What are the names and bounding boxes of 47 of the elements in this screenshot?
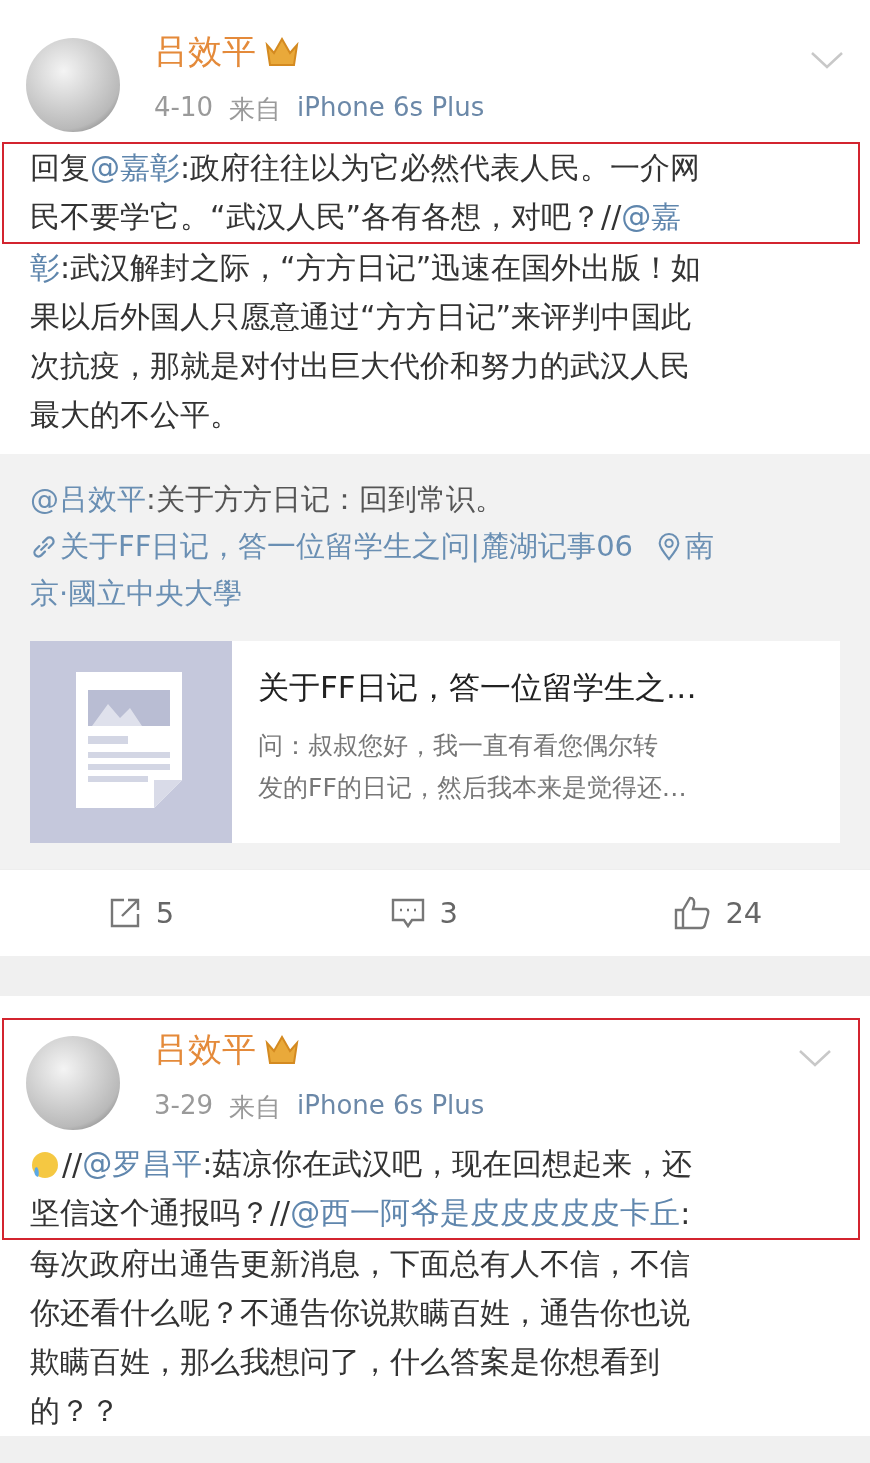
post-text: 你还看什么呢？不通告你说欺瞒百姓，通告你也说	[30, 1294, 690, 1332]
mention-link[interactable]: @吕效平	[30, 479, 146, 520]
post-text: //	[62, 1147, 83, 1182]
chevron-down-icon[interactable]	[810, 50, 844, 70]
comment-button[interactable]: 3	[379, 892, 468, 934]
like-button[interactable]: 24	[663, 891, 773, 935]
mention-link[interactable]: @西一阿爷是皮皮皮皮皮卡丘	[290, 1193, 681, 1234]
post-text: :政府往往以为它必然代表人民。一介网	[180, 149, 701, 187]
mention-link[interactable]: @嘉彰	[90, 148, 180, 189]
post-text: :菇凉你在武汉吧，现在回想起来，还	[202, 1145, 693, 1183]
post-date: 3-29	[154, 1090, 213, 1122]
source-link[interactable]: iPhone 6s Plus	[297, 92, 485, 127]
post-text: 民不要学它。“武汉人民”各有各想，对吧？//	[30, 198, 622, 236]
comment-icon	[389, 896, 426, 930]
post-text: 最大的不公平。	[30, 396, 240, 434]
mention-link[interactable]: @罗昌平	[82, 1144, 203, 1185]
post-text: :	[680, 1196, 691, 1231]
source-label: 来自	[229, 93, 281, 126]
post-text: 欺瞒百姓，那么我想问了，什么答案是你想看到	[30, 1343, 660, 1381]
post-text: 坚信这个通报吗？//	[30, 1194, 291, 1232]
post-text: :关于方方日记：回到常识。	[146, 480, 504, 518]
post-text: 每次政府出通告更新消息，下面总有人不信，不信	[30, 1245, 690, 1283]
author-name[interactable]: 吕效平	[154, 1027, 256, 1073]
article-summary: 发的FF的日记，然后我本来是觉得还…	[258, 772, 688, 804]
article-card[interactable]: 关于FF日记，答一位留学生之… 问：叔叔您好，我一直有看您偶尔转 发的FF的日记，然后我本来是觉得还…	[30, 641, 840, 843]
article-summary: 问：叔叔您好，我一直有看您偶尔转	[258, 730, 659, 762]
crown-icon	[264, 35, 300, 69]
thumbs-up-icon	[673, 895, 712, 931]
post-text: 回复	[30, 149, 90, 187]
share-button[interactable]: 5	[97, 892, 185, 934]
location-link[interactable]: 南	[685, 526, 715, 567]
mention-link[interactable]: 彰	[30, 248, 60, 289]
chevron-down-icon[interactable]	[798, 1048, 832, 1068]
location-link[interactable]: 京·國立中央大學	[30, 573, 243, 614]
post-text: 果以后外国人只愿意通过“方方日记”来评判中国此	[30, 298, 692, 336]
emoji-icon	[30, 1149, 60, 1180]
post-date: 4-10	[154, 92, 213, 124]
mention-link[interactable]: @嘉	[621, 197, 682, 238]
article-link[interactable]: 关于FF日记，答一位留学生之问|麓湖记事06	[60, 526, 634, 567]
post-text: 的？？	[30, 1392, 120, 1430]
post-text: 次抗疫，那就是对付出巨大代价和努力的武汉人民	[30, 347, 690, 385]
crown-icon	[264, 1033, 300, 1067]
author-name[interactable]: 吕效平	[154, 29, 256, 75]
source-label: 来自	[229, 1091, 281, 1124]
article-title: 关于FF日记，答一位留学生之…	[258, 668, 697, 707]
source-link[interactable]: iPhone 6s Plus	[297, 1090, 485, 1125]
post-text: :武汉解封之际，“方方日记”迅速在国外出版！如	[60, 249, 702, 287]
